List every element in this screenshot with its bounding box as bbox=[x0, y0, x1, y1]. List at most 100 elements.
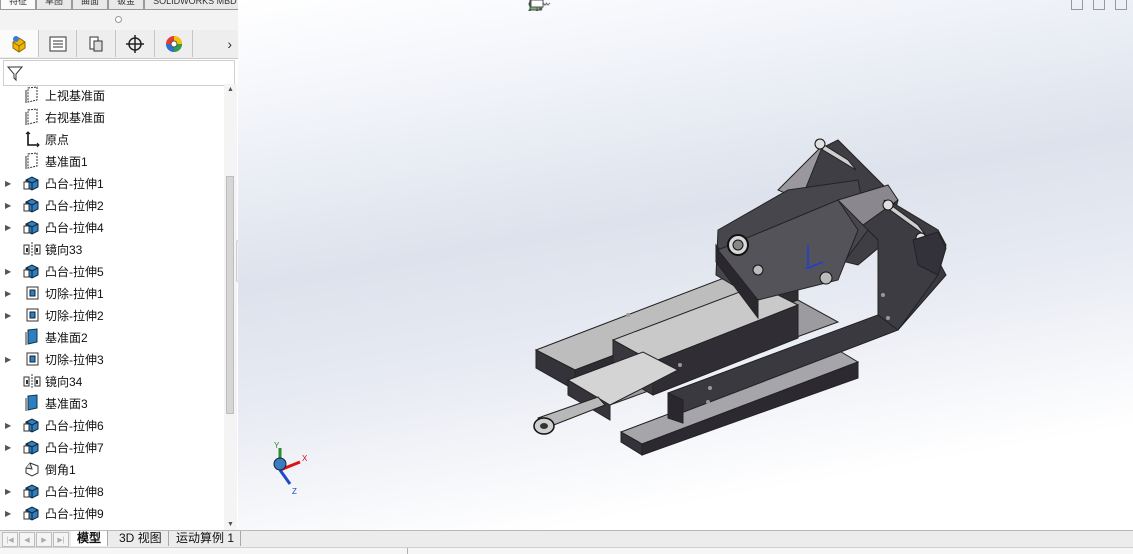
tree-item-label: 凸台-拉伸4 bbox=[45, 220, 104, 235]
boss-extrude-icon bbox=[23, 504, 41, 522]
part-model[interactable]: Y X Z bbox=[238, 0, 1133, 530]
expand-arrow-icon[interactable]: ▶ bbox=[5, 179, 15, 188]
tree-item-label: 凸台-拉伸7 bbox=[45, 440, 104, 455]
tree-item-label: 原点 bbox=[45, 132, 70, 147]
boss-extrude-icon bbox=[23, 416, 41, 434]
plane-icon bbox=[23, 86, 41, 104]
command-tab[interactable]: 特征 bbox=[0, 0, 37, 10]
boss-extrude-icon bbox=[23, 262, 41, 280]
panel-grip[interactable] bbox=[0, 10, 238, 30]
tree-item-label: 基准面2 bbox=[45, 330, 88, 345]
tree-item[interactable]: ▶ 凸台-拉伸6 bbox=[0, 414, 224, 436]
scrollbar-thumb[interactable] bbox=[226, 176, 234, 414]
tree-item[interactable]: ▶ 凸台-拉伸2 bbox=[0, 194, 224, 216]
tab-nav-arrows: |◀ ◀ ▶ ▶| bbox=[2, 532, 70, 547]
tree-item-label: 凸台-拉伸5 bbox=[45, 264, 104, 279]
graphics-viewport[interactable]: Y X Z bbox=[238, 0, 1133, 530]
plane-solid-icon bbox=[23, 328, 41, 346]
tree-item-label: 上视基准面 bbox=[45, 88, 106, 103]
expand-arrow-icon[interactable]: ▶ bbox=[5, 223, 15, 232]
tree-item[interactable]: ▶ 凸台-拉伸7 bbox=[0, 436, 224, 458]
tree-item[interactable]: ▶ 凸台-拉伸4 bbox=[0, 216, 224, 238]
cut-extrude-icon bbox=[23, 284, 41, 302]
triad-z-label: Z bbox=[292, 487, 297, 496]
prev-tab-arrow-icon[interactable]: ◀ bbox=[19, 532, 35, 547]
bottom-tab[interactable]: 3D 视图 bbox=[113, 531, 169, 546]
boss-extrude-icon bbox=[23, 196, 41, 214]
command-tab[interactable]: 草图 bbox=[36, 0, 73, 10]
boss-extrude-icon bbox=[23, 438, 41, 456]
expand-arrow-icon[interactable]: ▶ bbox=[5, 355, 15, 364]
feature-filter[interactable] bbox=[3, 60, 235, 86]
tree-item[interactable]: ▶ 切除-拉伸1 bbox=[0, 282, 224, 304]
tree-item-label: 右视基准面 bbox=[45, 110, 106, 125]
tree-item[interactable]: ▶ 切除-拉伸2 bbox=[0, 304, 224, 326]
crosshair-icon bbox=[125, 34, 144, 53]
bottom-tab[interactable]: 模型 bbox=[71, 531, 109, 546]
expand-arrow-icon[interactable]: ▶ bbox=[5, 201, 15, 210]
tree-item-label: 切除-拉伸2 bbox=[45, 308, 104, 323]
plane-solid-icon bbox=[23, 394, 41, 412]
color-wheel-icon bbox=[165, 35, 182, 52]
tree-item[interactable]: 基准面1 bbox=[0, 150, 224, 172]
reference-triad: Y X Z bbox=[273, 441, 308, 496]
tree-item[interactable]: ▶ 凸台-拉伸9 bbox=[0, 502, 224, 524]
triad-y-label: Y bbox=[274, 441, 280, 450]
expand-arrow-icon[interactable]: ▶ bbox=[5, 509, 15, 518]
bottom-tab-bar: |◀ ◀ ▶ ▶| 模型 3D 视图 运动算例 1 bbox=[0, 530, 1133, 547]
expand-arrow-icon[interactable]: ▶ bbox=[5, 443, 15, 452]
origin-icon bbox=[23, 130, 41, 148]
tree-item-label: 镜向33 bbox=[45, 242, 83, 257]
tree-item[interactable]: 基准面3 bbox=[0, 392, 224, 414]
tree-item[interactable]: 原点 bbox=[0, 128, 224, 150]
configuration-manager-tab[interactable] bbox=[77, 30, 117, 57]
cut-extrude-icon bbox=[23, 306, 41, 324]
chamfer-icon bbox=[23, 460, 41, 478]
tree-item[interactable]: 镜向34 bbox=[0, 370, 224, 392]
first-tab-arrow-icon[interactable]: |◀ bbox=[2, 532, 18, 547]
tree-item[interactable]: 右视基准面 bbox=[0, 106, 224, 128]
tree-item-label: 凸台-拉伸6 bbox=[45, 418, 104, 433]
mirror-icon bbox=[23, 240, 41, 258]
tree-item[interactable]: 上视基准面 bbox=[0, 84, 224, 106]
mirror-icon bbox=[23, 372, 41, 390]
expand-arrow-icon[interactable]: ▶ bbox=[5, 267, 15, 276]
tree-item[interactable]: 倒角1 bbox=[0, 458, 224, 480]
property-manager-tab[interactable] bbox=[39, 30, 78, 57]
last-tab-arrow-icon[interactable]: ▶| bbox=[53, 532, 69, 547]
command-tab[interactable]: 钣金 bbox=[108, 0, 145, 10]
expand-arrow-icon[interactable]: ▶ bbox=[5, 487, 15, 496]
feature-tree: 上视基准面 右视基准面 原点 基准面1 ▶ 凸台-拉伸1 ▶ 凸台-拉伸2 ▶ 凸台-拉伸4 镜向3… bbox=[0, 84, 224, 530]
tree-item-label: 倒角1 bbox=[45, 462, 76, 477]
next-tab-arrow-icon[interactable]: ▶ bbox=[36, 532, 52, 547]
tree-item[interactable]: 基准面2 bbox=[0, 326, 224, 348]
tree-item-label: 切除-拉伸3 bbox=[45, 352, 104, 367]
display-manager-tab[interactable] bbox=[155, 30, 194, 57]
boss-extrude-icon bbox=[23, 482, 41, 500]
plane-icon bbox=[23, 152, 41, 170]
tree-item[interactable]: ▶ 凸台-拉伸5 bbox=[0, 260, 224, 282]
dimxpert-manager-tab[interactable] bbox=[116, 30, 155, 57]
feature-manager-tab[interactable] bbox=[0, 30, 39, 57]
feature-manager-panel: › 上视基准面 右视基准面 原点 基准面1 ▶ 凸台-拉伸1 ▶ 凸台-拉伸2 ▶ 凸台-拉伸4 镜… bbox=[0, 10, 239, 530]
boss-extrude-icon bbox=[23, 218, 41, 236]
tree-item[interactable]: ▶ 切除-拉伸3 bbox=[0, 348, 224, 370]
scroll-down-arrow-icon[interactable]: ▼ bbox=[227, 521, 234, 528]
panel-tab-bar: › bbox=[0, 30, 238, 59]
more-tabs-chevron-icon[interactable]: › bbox=[193, 30, 238, 58]
expand-arrow-icon[interactable]: ▶ bbox=[5, 289, 15, 298]
bottom-tab[interactable]: 运动算例 1 bbox=[170, 531, 242, 546]
cut-extrude-icon bbox=[23, 350, 41, 368]
tree-item[interactable]: 镜向33 bbox=[0, 238, 224, 260]
command-tab[interactable]: SOLIDWORKS MBD bbox=[144, 0, 246, 10]
tree-item[interactable]: ▶ 凸台-拉伸8 bbox=[0, 480, 224, 502]
tree-item[interactable]: ▶ 凸台-拉伸1 bbox=[0, 172, 224, 194]
expand-arrow-icon[interactable]: ▶ bbox=[5, 421, 15, 430]
filter-icon bbox=[6, 66, 24, 82]
scroll-up-arrow-icon[interactable]: ▲ bbox=[227, 86, 234, 93]
tree-scrollbar[interactable]: ▲ ▼ bbox=[224, 84, 237, 530]
expand-arrow-icon[interactable]: ▶ bbox=[5, 311, 15, 320]
tree-item-label: 基准面3 bbox=[45, 396, 88, 411]
command-tab[interactable]: 曲面 bbox=[72, 0, 109, 10]
tree-item-label: 凸台-拉伸2 bbox=[45, 198, 104, 213]
